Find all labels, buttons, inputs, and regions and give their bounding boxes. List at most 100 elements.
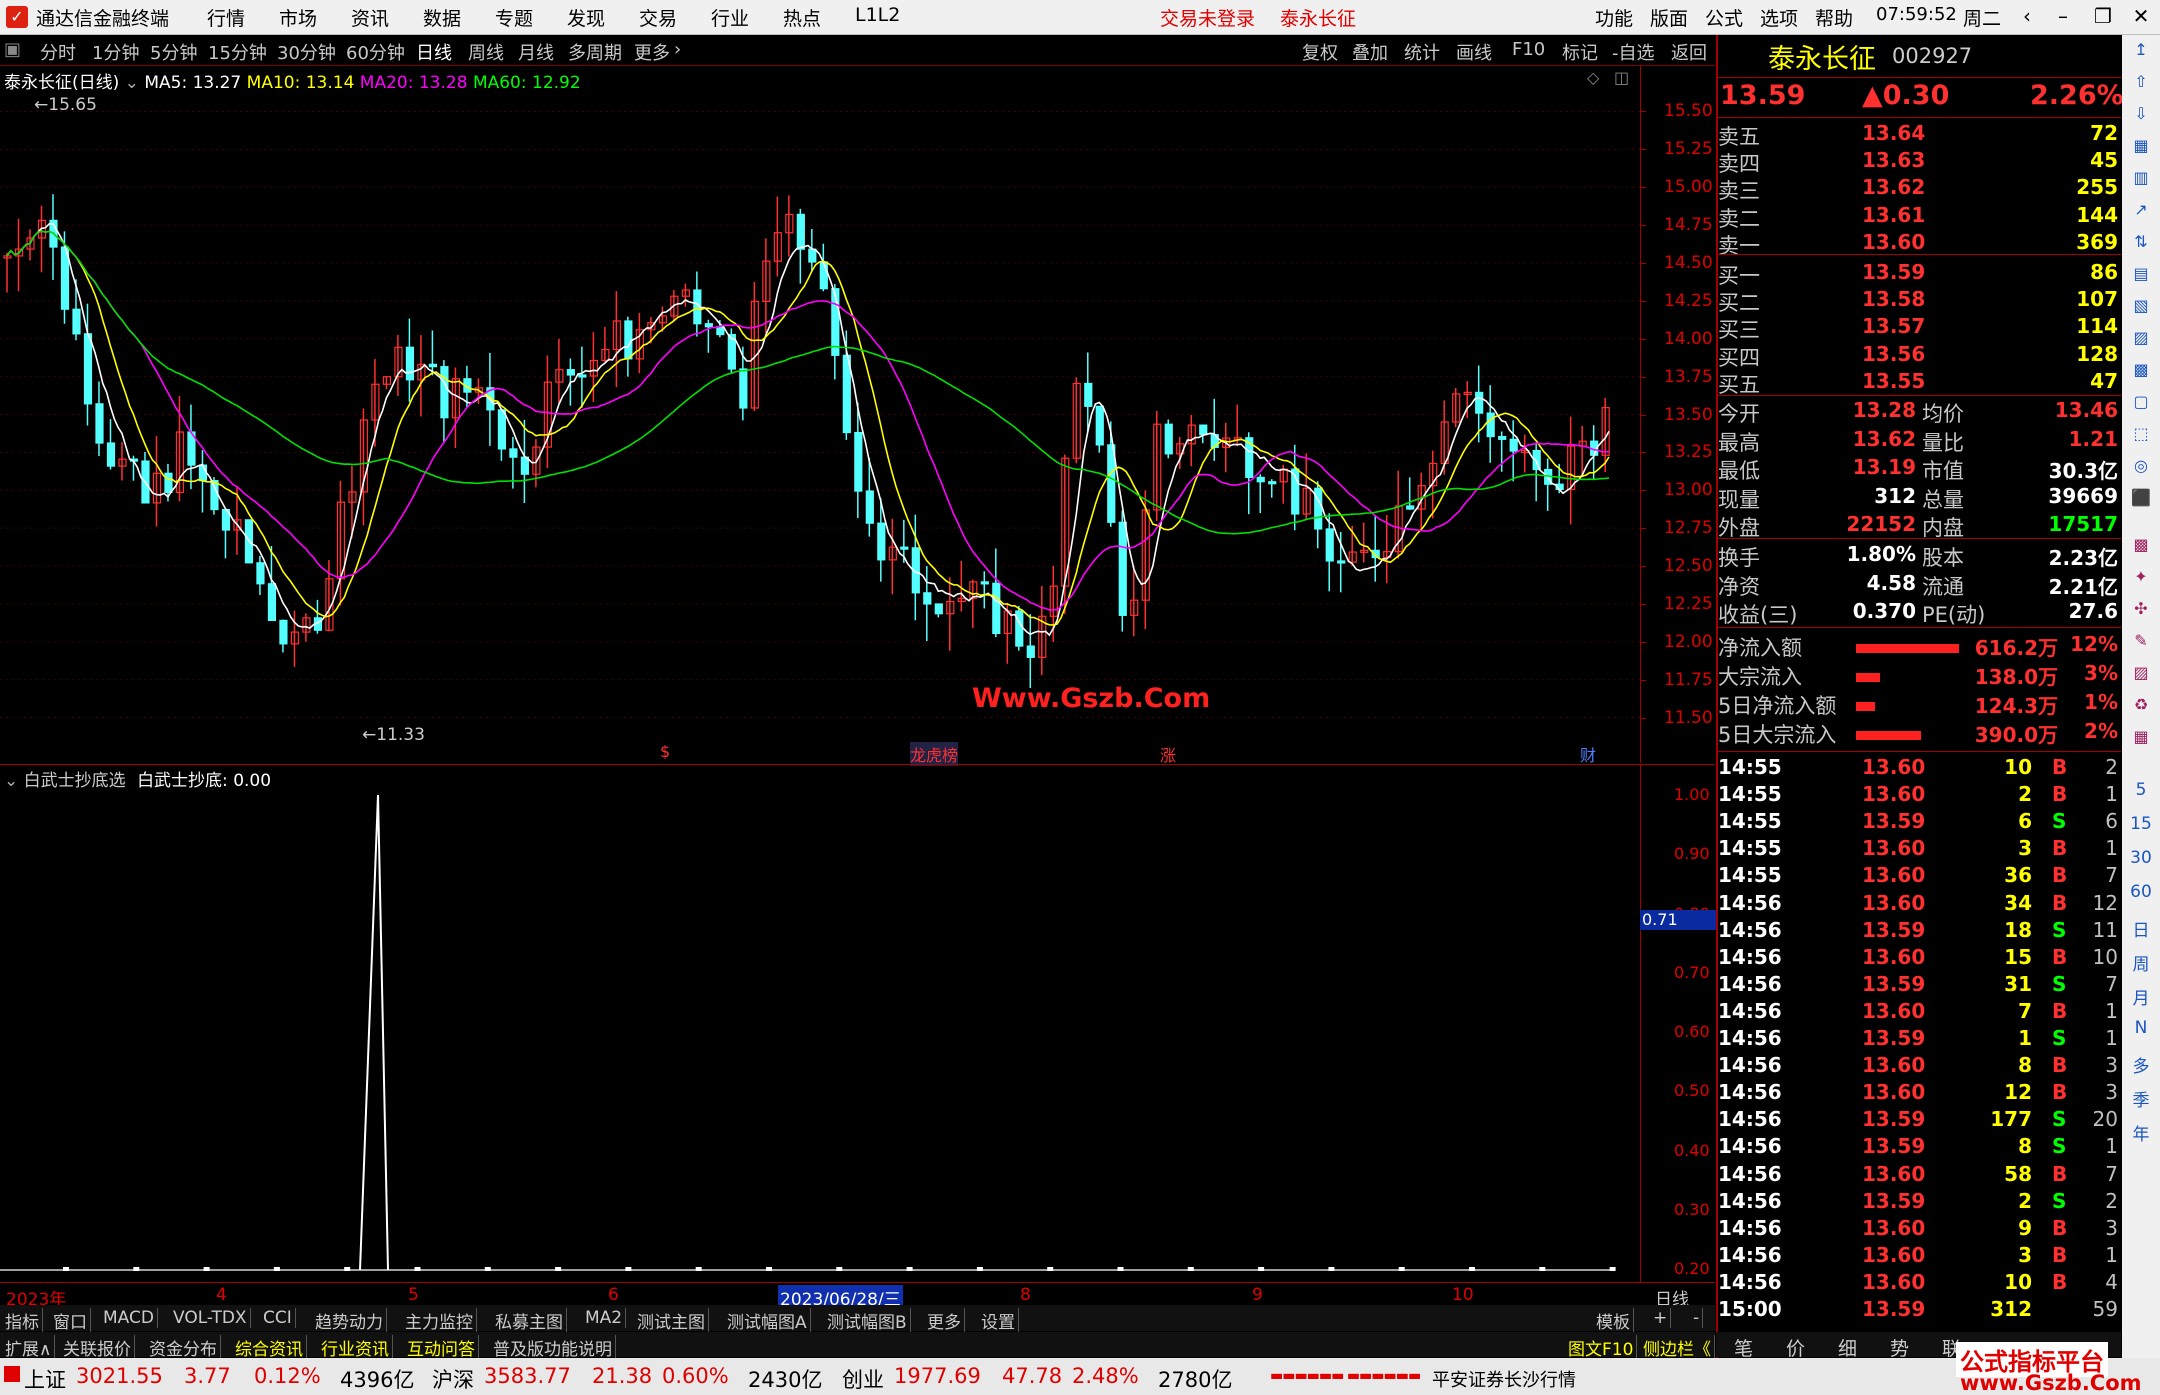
side-tool-icon[interactable]: ▧	[2126, 296, 2156, 315]
indicator-tab[interactable]: MACD	[100, 1308, 158, 1328]
remove-tab-button[interactable]: -	[1690, 1308, 1704, 1328]
side-tool-icon[interactable]: ✣	[2126, 599, 2156, 618]
extension-tab[interactable]: 关联报价	[60, 1335, 135, 1360]
side-period-button[interactable]: 30	[2126, 848, 2156, 868]
menu-market-quotes[interactable]: 行情	[207, 4, 245, 31]
orderbook-price[interactable]: 13.55	[1862, 369, 1925, 393]
adjust-button[interactable]: 复权	[1302, 39, 1338, 65]
draw-line-button[interactable]: 画线	[1456, 39, 1492, 65]
marker-dragon-tiger[interactable]: 龙虎榜	[910, 742, 959, 766]
index-name[interactable]: 创业	[842, 1364, 884, 1394]
menu-help[interactable]: 帮助	[1815, 4, 1853, 31]
side-tool-icon[interactable]: ▥	[2126, 168, 2156, 187]
period-daily[interactable]: 日线	[416, 39, 452, 65]
period-1min[interactable]: 1分钟	[92, 39, 139, 65]
orderbook-price[interactable]: 13.59	[1862, 260, 1925, 284]
marker-dollar[interactable]: $	[660, 742, 670, 761]
side-period-button[interactable]: 15	[2126, 814, 2156, 834]
orderbook-price[interactable]: 13.57	[1862, 314, 1925, 338]
window-icon[interactable]: ◫	[1614, 68, 1629, 87]
side-period-button[interactable]: 周	[2126, 950, 2156, 975]
indicator-tab[interactable]: 私募主图	[492, 1308, 567, 1333]
restore-icon[interactable]: ❐	[2088, 3, 2118, 29]
indicator-tab[interactable]: 窗口	[50, 1308, 91, 1333]
mark-button[interactable]: 标记	[1562, 39, 1598, 65]
indicator-tab[interactable]: 测试幅图B	[824, 1308, 911, 1333]
extension-tab[interactable]: 互动问答	[404, 1335, 479, 1360]
login-status[interactable]: 交易未登录	[1160, 4, 1255, 31]
detail-tab[interactable]: 笔	[1734, 1334, 1753, 1361]
side-tool-icon[interactable]: ▦	[2126, 136, 2156, 155]
orderbook-price[interactable]: 13.62	[1862, 175, 1925, 199]
period-intraday[interactable]: 分时	[40, 39, 76, 65]
side-period-button[interactable]: 日	[2126, 916, 2156, 941]
side-tool-icon[interactable]: ⬛	[2126, 488, 2156, 507]
extension-tab[interactable]: 行业资讯	[318, 1335, 393, 1360]
menu-options[interactable]: 选项	[1760, 4, 1798, 31]
indicator-tab[interactable]: 指标	[2, 1308, 43, 1333]
side-period-button[interactable]: 多	[2126, 1052, 2156, 1077]
menu-hot[interactable]: 热点	[783, 4, 821, 31]
menu-industry[interactable]: 行业	[711, 4, 749, 31]
period-monthly[interactable]: 月线	[518, 39, 554, 65]
chevron-down-icon[interactable]: ⌄	[4, 771, 18, 791]
orderbook-price[interactable]: 13.58	[1862, 287, 1925, 311]
watchlist-button[interactable]: -自选	[1612, 39, 1655, 65]
side-tool-icon[interactable]: ▤	[2126, 264, 2156, 283]
menu-market[interactable]: 市场	[279, 4, 317, 31]
overlay-button[interactable]: 叠加	[1352, 39, 1388, 65]
menu-discover[interactable]: 发现	[567, 4, 605, 31]
side-tool-icon[interactable]: ↗	[2126, 200, 2156, 219]
extension-tab[interactable]: 普及版功能说明	[490, 1335, 616, 1360]
side-tool-icon[interactable]: ◎	[2126, 456, 2156, 475]
menu-l1l2[interactable]: L1L2	[855, 4, 900, 26]
add-tab-button[interactable]: +	[1650, 1308, 1672, 1328]
side-tool-icon[interactable]: ⇩	[2126, 104, 2156, 123]
kline-chart[interactable]	[0, 66, 1640, 763]
chevron-down-icon[interactable]: ⌄	[125, 73, 139, 93]
side-period-button[interactable]: 5	[2126, 780, 2156, 800]
extension-tab[interactable]: 扩展∧	[2, 1335, 56, 1360]
indicator-tab[interactable]: 测试幅图A	[724, 1308, 811, 1333]
detail-tab[interactable]: 价	[1786, 1334, 1805, 1361]
marker-rise[interactable]: 涨	[1160, 742, 1176, 766]
period-15min[interactable]: 15分钟	[208, 39, 267, 65]
side-period-button[interactable]: 年	[2126, 1120, 2156, 1145]
menu-trade[interactable]: 交易	[639, 4, 677, 31]
period-more[interactable]: 更多	[634, 39, 670, 65]
period-multi[interactable]: 多周期	[568, 39, 622, 65]
orderbook-price[interactable]: 13.60	[1862, 230, 1925, 254]
side-tool-icon[interactable]: ▨	[2126, 663, 2156, 682]
panel-toggle-icon[interactable]: ▣	[4, 39, 21, 60]
indicator-tab[interactable]: 趋势动力	[312, 1308, 387, 1333]
orderbook-price[interactable]: 13.56	[1862, 342, 1925, 366]
marker-finance[interactable]: 财	[1580, 742, 1596, 766]
detail-tab[interactable]: 势	[1890, 1334, 1909, 1361]
side-tool-icon[interactable]: ✎	[2126, 631, 2156, 650]
index-name[interactable]: 上证	[24, 1364, 66, 1394]
menu-function[interactable]: 功能	[1595, 4, 1633, 31]
extension-tab[interactable]: 综合资讯	[232, 1335, 307, 1360]
menu-layout[interactable]: 版面	[1650, 4, 1688, 31]
period-60min[interactable]: 60分钟	[346, 39, 405, 65]
indicator-chart[interactable]	[0, 765, 1640, 1282]
f10-tab[interactable]: 图文F10	[1565, 1335, 1638, 1360]
side-tool-icon[interactable]: ⇅	[2126, 232, 2156, 251]
return-button[interactable]: 返回	[1671, 39, 1707, 65]
side-tool-icon[interactable]: ⇧	[2126, 72, 2156, 91]
menu-data[interactable]: 数据	[423, 4, 461, 31]
side-tool-icon[interactable]: ▨	[2126, 328, 2156, 347]
minimize-icon[interactable]: –	[2048, 3, 2078, 29]
orderbook-price[interactable]: 13.64	[1862, 121, 1925, 145]
detail-tab[interactable]: 细	[1838, 1334, 1857, 1361]
side-period-button[interactable]: 月	[2126, 984, 2156, 1009]
side-tool-icon[interactable]: ↥	[2126, 40, 2156, 59]
f10-button[interactable]: F10	[1512, 39, 1545, 60]
indicator-tab[interactable]: MA2	[582, 1308, 627, 1328]
index-name[interactable]: 沪深	[432, 1364, 474, 1394]
side-period-button[interactable]: N	[2126, 1018, 2156, 1038]
menu-news[interactable]: 资讯	[351, 4, 389, 31]
indicator-tab[interactable]: 更多	[924, 1308, 965, 1333]
period-weekly[interactable]: 周线	[468, 39, 504, 65]
indicator-tab[interactable]: 主力监控	[402, 1308, 477, 1333]
